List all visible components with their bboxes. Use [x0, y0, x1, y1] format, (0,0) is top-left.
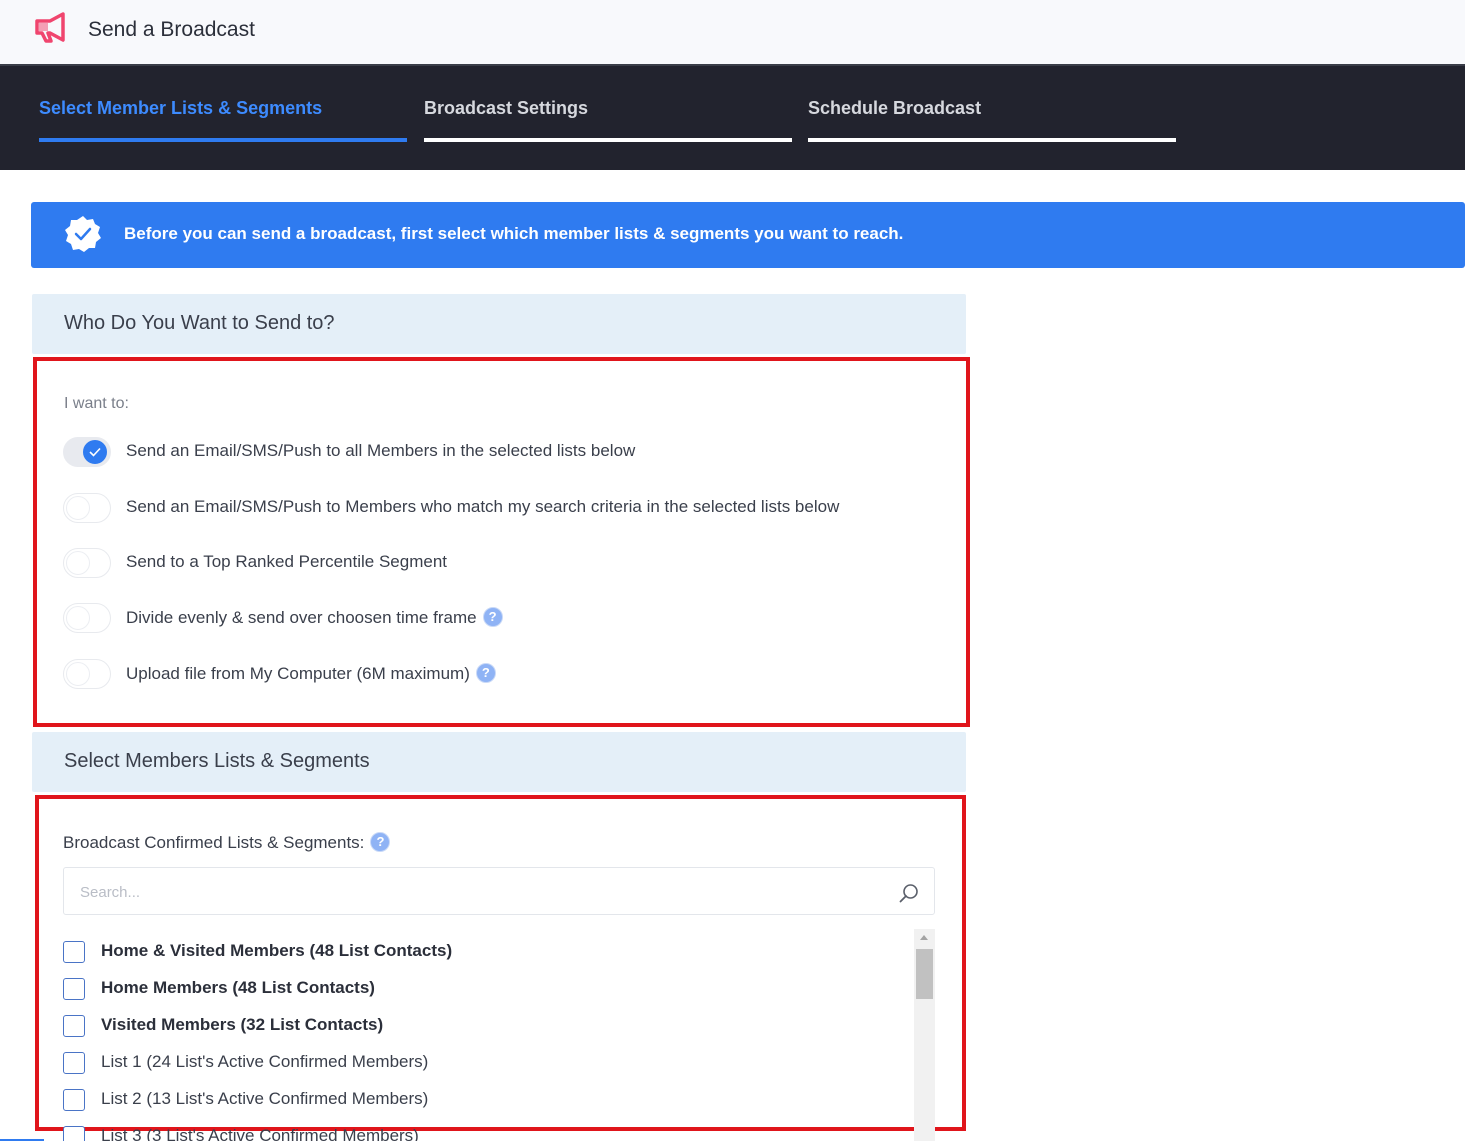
panel-title: Who Do You Want to Send to? [64, 312, 335, 334]
scrollbar[interactable] [914, 929, 935, 1141]
list-item[interactable]: List 1 (24 List's Active Confirmed Membe… [63, 1050, 903, 1074]
page-title: Send a Broadcast [88, 18, 255, 41]
checkbox[interactable] [63, 1052, 85, 1074]
toggle-knob [66, 606, 90, 630]
badge-check-icon [65, 216, 101, 252]
lists-label: Broadcast Confirmed Lists & Segments: [63, 833, 365, 852]
panel-title: Select Members Lists & Segments [64, 750, 370, 772]
info-banner: Before you can send a broadcast, first s… [31, 202, 1465, 268]
check-icon [89, 447, 101, 457]
checkbox[interactable] [63, 1015, 85, 1037]
toggle-switch[interactable] [63, 548, 111, 578]
list-item-label: Home Members (48 List Contacts) [101, 978, 375, 997]
toggle-knob [66, 662, 90, 686]
toggle-knob [83, 440, 107, 464]
tab-schedule-broadcast[interactable]: Schedule Broadcast [808, 98, 1176, 142]
scrollbar-thumb[interactable] [916, 949, 933, 999]
option-all-members: Send an Email/SMS/Push to all Members in… [63, 437, 943, 467]
banner-text: Before you can send a broadcast, first s… [124, 224, 904, 243]
help-icon[interactable]: ? [482, 607, 503, 627]
option-upload-file: Upload file from My Computer (6M maximum… [63, 659, 943, 689]
option-label: Send an Email/SMS/Push to Members who ma… [126, 497, 840, 516]
option-search-criteria: Send an Email/SMS/Push to Members who ma… [63, 493, 943, 523]
option-label: Upload file from My Computer (6M maximum… [126, 664, 470, 683]
list-item[interactable]: List 2 (13 List's Active Confirmed Membe… [63, 1087, 903, 1111]
help-icon[interactable]: ? [370, 832, 391, 852]
list-item-label: List 1 (24 List's Active Confirmed Membe… [101, 1052, 429, 1071]
search-icon[interactable] [898, 882, 920, 904]
list-item[interactable]: Home Members (48 List Contacts) [63, 976, 903, 1000]
option-divide-evenly: Divide evenly & send over choosen time f… [63, 603, 943, 633]
lists-label-wrap: Broadcast Confirmed Lists & Segments:? [63, 832, 391, 853]
checkbox[interactable] [63, 1126, 85, 1141]
tab-label: Broadcast Settings [424, 98, 589, 118]
option-top-ranked: Send to a Top Ranked Percentile Segment [63, 548, 943, 578]
list-item-label: Visited Members (32 List Contacts) [101, 1015, 384, 1034]
list-item[interactable]: Visited Members (32 List Contacts) [63, 1013, 903, 1037]
list-item-label: Home & Visited Members (48 List Contacts… [101, 941, 453, 960]
tab-label: Select Member Lists & Segments [39, 98, 323, 118]
scroll-up-arrow-icon[interactable] [920, 935, 928, 940]
lists-panel-header: Select Members Lists & Segments [32, 732, 966, 792]
list-item-label: List 2 (13 List's Active Confirmed Membe… [101, 1089, 429, 1108]
toggle-switch[interactable] [63, 493, 111, 523]
tab-select-lists[interactable]: Select Member Lists & Segments [39, 98, 407, 142]
wizard-steps: Select Member Lists & Segments Broadcast… [0, 66, 1465, 170]
option-label-wrap: Upload file from My Computer (6M maximum… [126, 663, 496, 684]
checkbox[interactable] [63, 941, 85, 963]
checkbox[interactable] [63, 978, 85, 1000]
option-label: Send an Email/SMS/Push to all Members in… [126, 441, 636, 460]
list-item[interactable]: Home & Visited Members (48 List Contacts… [63, 939, 903, 963]
toggle-switch[interactable] [63, 603, 111, 633]
app-header: Send a Broadcast [0, 0, 1465, 66]
option-label-wrap: Divide evenly & send over choosen time f… [126, 607, 503, 628]
option-label: Divide evenly & send over choosen time f… [126, 608, 477, 627]
tab-label: Schedule Broadcast [808, 98, 982, 118]
megaphone-icon [35, 12, 65, 43]
checkbox[interactable] [63, 1089, 85, 1111]
list-item[interactable]: List 3 (3 List's Active Confirmed Member… [63, 1124, 903, 1141]
toggle-knob [66, 551, 90, 575]
search-box [63, 867, 935, 915]
list-item-label: List 3 (3 List's Active Confirmed Member… [101, 1126, 419, 1141]
help-icon[interactable]: ? [475, 663, 496, 683]
toggle-knob [66, 496, 90, 520]
toggle-switch[interactable] [63, 437, 111, 467]
options-intro: I want to: [64, 395, 129, 412]
who-panel-header: Who Do You Want to Send to? [32, 294, 966, 354]
toggle-switch[interactable] [63, 659, 111, 689]
search-input[interactable] [78, 880, 882, 904]
option-label: Send to a Top Ranked Percentile Segment [126, 552, 448, 571]
tab-broadcast-settings[interactable]: Broadcast Settings [424, 98, 792, 142]
lists-checklist: Home & Visited Members (48 List Contacts… [63, 930, 935, 1141]
